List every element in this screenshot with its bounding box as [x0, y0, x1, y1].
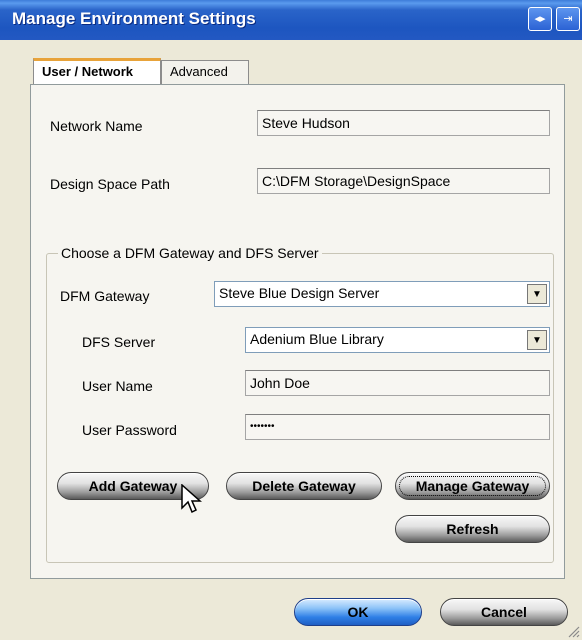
left-right-arrows-icon[interactable]: ◂▸: [528, 7, 552, 31]
tab-user-network[interactable]: User / Network: [33, 58, 161, 86]
title-bar[interactable]: Manage Environment Settings ◂▸ ⇥: [0, 0, 582, 40]
cancel-button[interactable]: Cancel: [440, 598, 568, 626]
design-space-path-label: Design Space Path: [50, 176, 170, 192]
gateway-group-legend: Choose a DFM Gateway and DFS Server: [58, 245, 322, 261]
manage-environment-settings-window: Manage Environment Settings ◂▸ ⇥ User / …: [0, 0, 582, 640]
delete-gateway-button[interactable]: Delete Gateway: [226, 472, 382, 500]
ok-button[interactable]: OK: [294, 598, 422, 626]
network-name-label: Network Name: [50, 118, 143, 134]
dfs-server-selected-value: Adenium Blue Library: [250, 331, 384, 347]
user-password-field[interactable]: •••••••: [245, 414, 550, 440]
tab-advanced[interactable]: Advanced: [161, 60, 249, 84]
user-password-label: User Password: [82, 422, 177, 438]
manage-gateway-button[interactable]: Manage Gateway: [395, 472, 550, 500]
dfs-server-label: DFS Server: [82, 334, 156, 350]
dfm-gateway-label: DFM Gateway: [60, 288, 150, 304]
dfm-gateway-selected-value: Steve Blue Design Server: [219, 285, 380, 301]
network-name-field[interactable]: Steve Hudson: [257, 110, 550, 136]
design-space-path-field[interactable]: C:\DFM Storage\DesignSpace: [257, 168, 550, 194]
user-name-field[interactable]: John Doe: [245, 370, 550, 396]
window-title: Manage Environment Settings: [12, 9, 256, 28]
dfs-server-dropdown[interactable]: Adenium Blue Library ▼: [245, 327, 550, 353]
mouse-pointer-icon: [181, 484, 202, 514]
dfm-gateway-dropdown[interactable]: Steve Blue Design Server ▼: [214, 281, 550, 307]
chevron-down-icon[interactable]: ▼: [527, 284, 547, 304]
exit-icon[interactable]: ⇥: [556, 7, 580, 31]
resize-grip-icon[interactable]: [566, 624, 580, 638]
chevron-down-icon[interactable]: ▼: [527, 330, 547, 350]
user-name-label: User Name: [82, 378, 153, 394]
refresh-button[interactable]: Refresh: [395, 515, 550, 543]
